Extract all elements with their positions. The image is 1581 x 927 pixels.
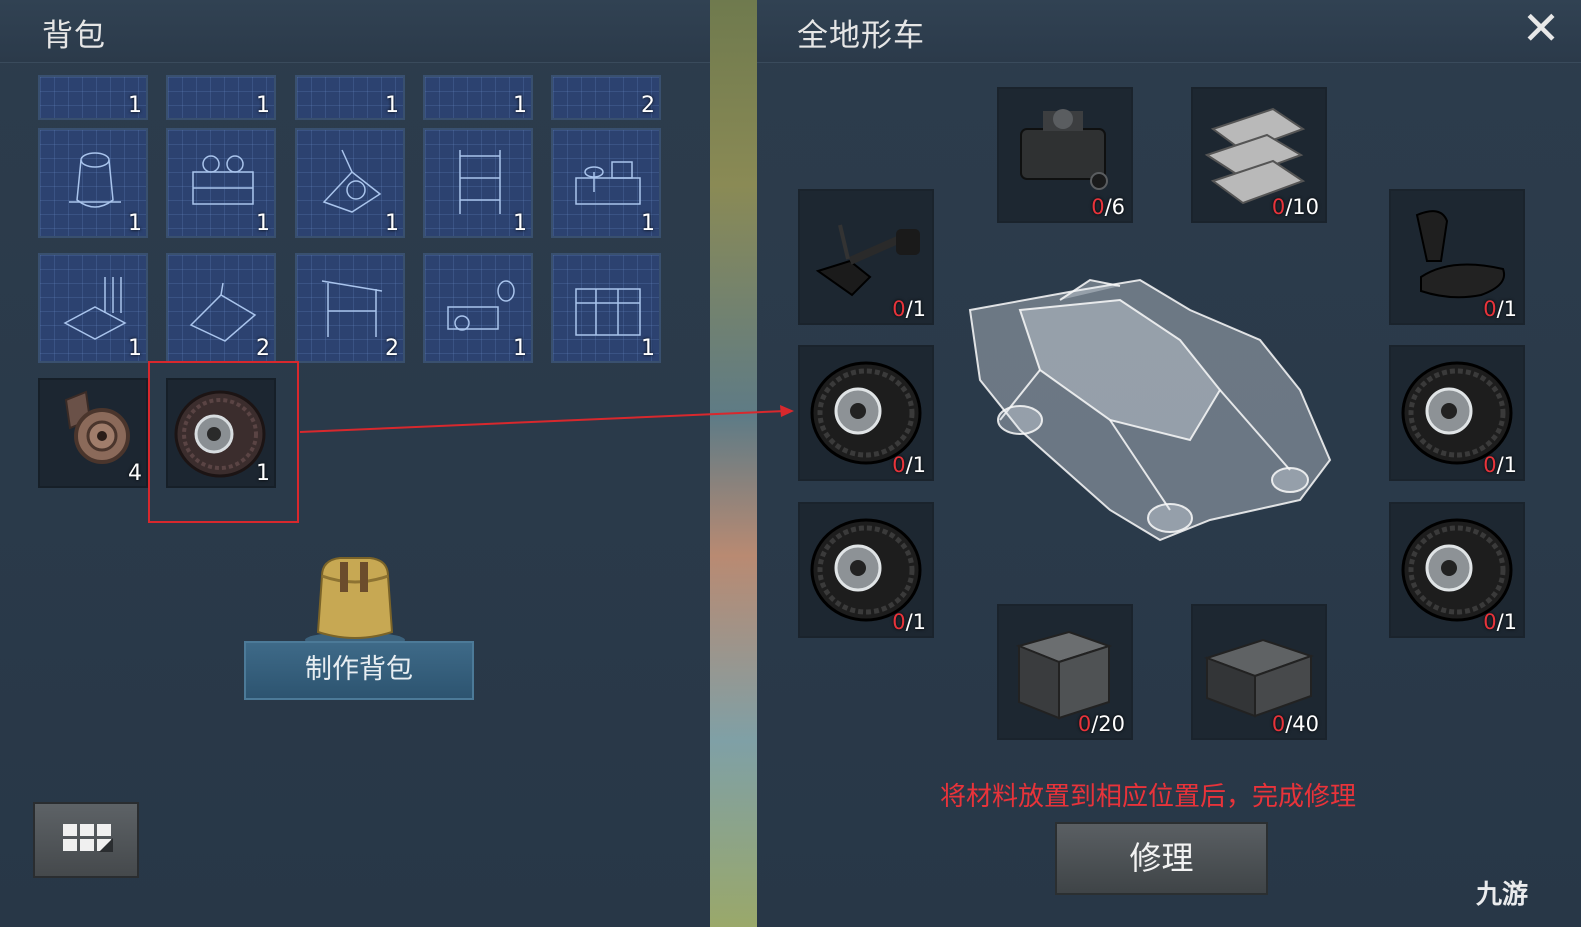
backpack-icon (300, 552, 410, 648)
blueprint-slot[interactable]: 2 (295, 253, 405, 363)
material-requirement: 0/20 (1077, 712, 1125, 736)
item-count: 1 (128, 211, 142, 236)
blueprint-slot[interactable]: 1 (38, 253, 148, 363)
item-count: 1 (513, 211, 527, 236)
material-requirement: 0/1 (1483, 297, 1517, 321)
inventory-slot[interactable]: 1 (423, 75, 533, 120)
selected-item-highlight (148, 361, 299, 523)
item-count: 1 (641, 336, 655, 361)
blueprint-icon (447, 280, 515, 331)
blueprint-slot[interactable]: 1 (551, 253, 661, 363)
material-slot-wheel[interactable]: 0/1 (1389, 345, 1525, 481)
material-requirement: 0/1 (1483, 453, 1517, 477)
item-count: 2 (385, 336, 399, 361)
blueprint-slot[interactable]: 1 (423, 253, 533, 363)
inventory-slot[interactable]: 1 (166, 75, 276, 120)
item-count: 1 (385, 211, 399, 236)
blueprint-icon (189, 282, 257, 342)
blueprint-icon (575, 288, 641, 336)
material-slot-crate[interactable]: 0/40 (1191, 604, 1327, 740)
blueprint-icon (63, 277, 127, 340)
blueprint-slot[interactable]: 1 (38, 128, 148, 238)
material-slot-wood[interactable]: 0/10 (1191, 87, 1327, 223)
material-requirement: 0/1 (892, 297, 926, 321)
material-requirement: 0/10 (1271, 195, 1319, 219)
item-count: 1 (385, 93, 399, 118)
material-slot-handlebar[interactable]: 0/1 (798, 189, 934, 325)
blueprint-icon (322, 149, 382, 213)
inventory-slot[interactable]: 1 (38, 75, 148, 120)
vehicle-title: 全地形车 (797, 18, 925, 54)
item-count: 4 (128, 461, 142, 486)
item-count: 1 (513, 93, 527, 118)
blueprint-icon (192, 155, 254, 205)
blueprint-icon (459, 150, 501, 214)
material-requirement: 0/1 (892, 453, 926, 477)
vehicle-preview-icon (968, 278, 1332, 542)
blueprint-slot[interactable]: 1 (551, 128, 661, 238)
blueprint-icon (575, 161, 641, 205)
material-slot-wheel[interactable]: 0/1 (1389, 502, 1525, 638)
item-count: 2 (641, 93, 655, 118)
inventory-panel: 背包 1 1 1 1 2 1 1 1 1 1 1 2 2 1 1 4 1 制作背… (0, 0, 710, 927)
item-count: 1 (128, 93, 142, 118)
material-slot-wheel[interactable]: 0/1 (798, 502, 934, 638)
material-requirement: 0/6 (1091, 195, 1125, 219)
grid-menu-button[interactable] (33, 802, 139, 878)
item-count: 1 (256, 211, 270, 236)
material-slot-engine[interactable]: 0/6 (997, 87, 1133, 223)
material-slot-metal-box[interactable]: 0/20 (997, 604, 1133, 740)
background-scene-gap (710, 0, 757, 927)
item-count: 1 (641, 211, 655, 236)
blueprint-icon (69, 152, 121, 208)
grid-icon (63, 824, 113, 852)
item-count: 1 (128, 336, 142, 361)
inventory-title: 背包 (42, 18, 106, 54)
inventory-slot-pulley[interactable]: 4 (38, 378, 148, 488)
blueprint-slot[interactable]: 1 (423, 128, 533, 238)
item-count: 1 (256, 93, 270, 118)
item-count: 2 (256, 336, 270, 361)
material-requirement: 0/40 (1271, 712, 1319, 736)
blueprint-slot[interactable]: 1 (295, 128, 405, 238)
inventory-slot[interactable]: 1 (295, 75, 405, 120)
watermark-logo: 九游 (1476, 880, 1529, 910)
blueprint-slot[interactable]: 1 (166, 128, 276, 238)
item-count: 1 (513, 336, 527, 361)
repair-hint: 将材料放置到相应位置后，完成修理 (940, 782, 1357, 812)
inventory-header (0, 0, 710, 63)
inventory-slot[interactable]: 2 (551, 75, 661, 120)
blueprint-icon (321, 280, 383, 337)
material-requirement: 0/1 (1483, 610, 1517, 634)
craft-backpack-button[interactable]: 制作背包 (244, 641, 474, 700)
material-slot-wheel[interactable]: 0/1 (798, 345, 934, 481)
blueprint-slot[interactable]: 2 (166, 253, 276, 363)
repair-button[interactable]: 修理 (1055, 822, 1268, 895)
close-icon[interactable]: ✕ (1519, 5, 1563, 51)
material-slot-seat[interactable]: 0/1 (1389, 189, 1525, 325)
material-requirement: 0/1 (892, 610, 926, 634)
